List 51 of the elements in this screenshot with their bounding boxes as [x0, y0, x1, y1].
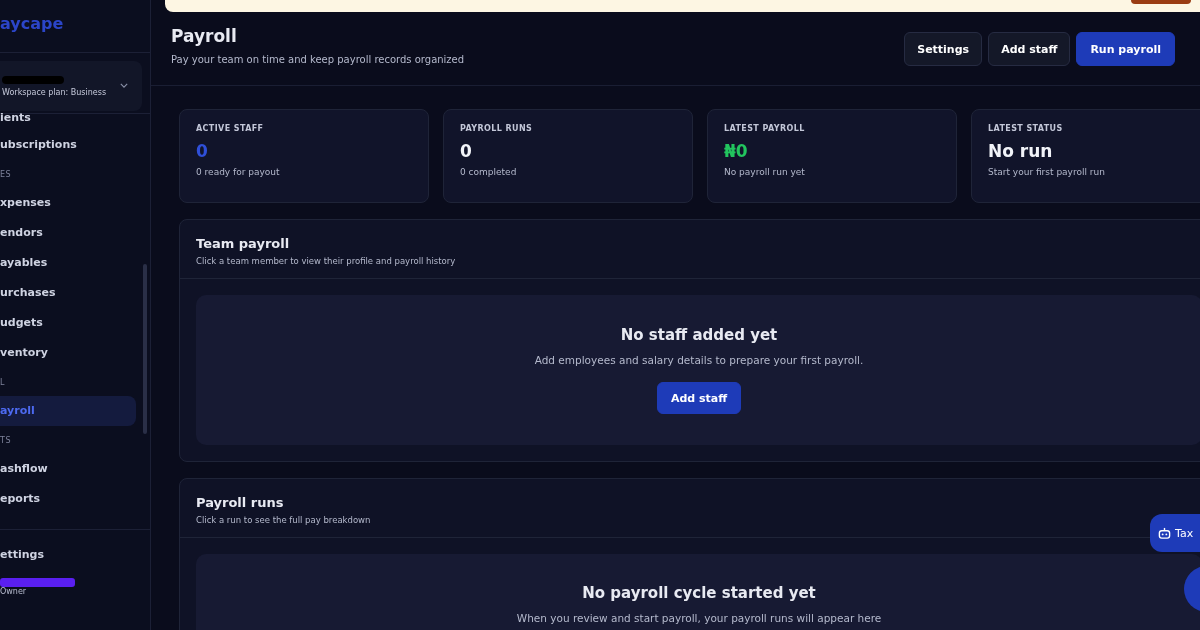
stat-note: 0 completed [460, 167, 518, 177]
stat-value: 0 [460, 141, 473, 161]
nav-item[interactable]: ventory [0, 338, 136, 368]
page-title: Payroll [171, 26, 238, 46]
stat-value: ₦0 [724, 141, 749, 161]
section-subtitle: Click a team member to view their profile and payroll history [196, 256, 457, 266]
empty-text: When you review and start payroll, your payroll runs will appear here [516, 612, 882, 624]
page-subtitle: Pay your team on time and keep payroll records organized [171, 54, 465, 65]
header-button[interactable]: Add staff [988, 32, 1071, 66]
section-title: Team payroll [196, 236, 291, 251]
nav-item[interactable]: ayables [0, 248, 136, 278]
banner-button[interactable] [1131, 0, 1191, 4]
empty-title: No payroll cycle started yet [582, 584, 816, 602]
nav-item[interactable]: ubscriptions [0, 130, 136, 160]
stat-label: ACTIVE STAFF [196, 124, 265, 133]
nav-section-label: ES [0, 169, 13, 181]
nav-section-label: L [0, 377, 6, 389]
scrollbar[interactable] [143, 264, 147, 434]
workspace-switcher[interactable]: Workspace plan: Business [0, 61, 142, 111]
nav-item[interactable]: xpenses [0, 188, 136, 218]
empty-text: Add employees and salary details to prepare your first payroll. [534, 354, 864, 366]
nav-section-label: TS [0, 435, 12, 447]
section-title: Payroll runs [196, 495, 285, 510]
stat-label: PAYROLL RUNS [460, 124, 534, 133]
nav-item[interactable]: urchases [0, 278, 136, 308]
section-subtitle: Click a run to see the full pay breakdown [196, 515, 372, 525]
nav-item[interactable]: ettings [0, 540, 150, 570]
nav-item[interactable]: ashflow [0, 454, 136, 484]
add-staff-button[interactable]: Add staff [656, 382, 742, 414]
nav-item[interactable]: eports [0, 484, 136, 514]
stat-note: Start your first payroll run [988, 167, 1106, 177]
stat-label: LATEST PAYROLL [724, 124, 806, 133]
workspace-plan: Workspace plan: Business [2, 87, 108, 97]
header-button[interactable]: Run payroll [1076, 32, 1175, 66]
nav-item[interactable]: ients [0, 114, 136, 130]
stat-note: No payroll run yet [724, 167, 806, 177]
robot-icon [1158, 526, 1171, 540]
stat-note: 0 ready for payout [196, 167, 281, 177]
logo-text: aycape [0, 0, 150, 53]
assistant-button[interactable]: Tax [1150, 514, 1200, 552]
nav-item[interactable]: endors [0, 218, 136, 248]
empty-title: No staff added yet [620, 326, 778, 344]
stat-label: LATEST STATUS [988, 124, 1064, 133]
redaction-bar [2, 75, 64, 84]
header-button[interactable]: Settings [904, 32, 983, 66]
chevron-icon [120, 83, 128, 88]
nav-item[interactable]: ayroll [0, 396, 136, 426]
stat-value: 0 [196, 141, 209, 161]
nav-item[interactable]: udgets [0, 308, 136, 338]
user-role: Owner [0, 587, 28, 596]
stat-value: No run [988, 141, 1054, 161]
